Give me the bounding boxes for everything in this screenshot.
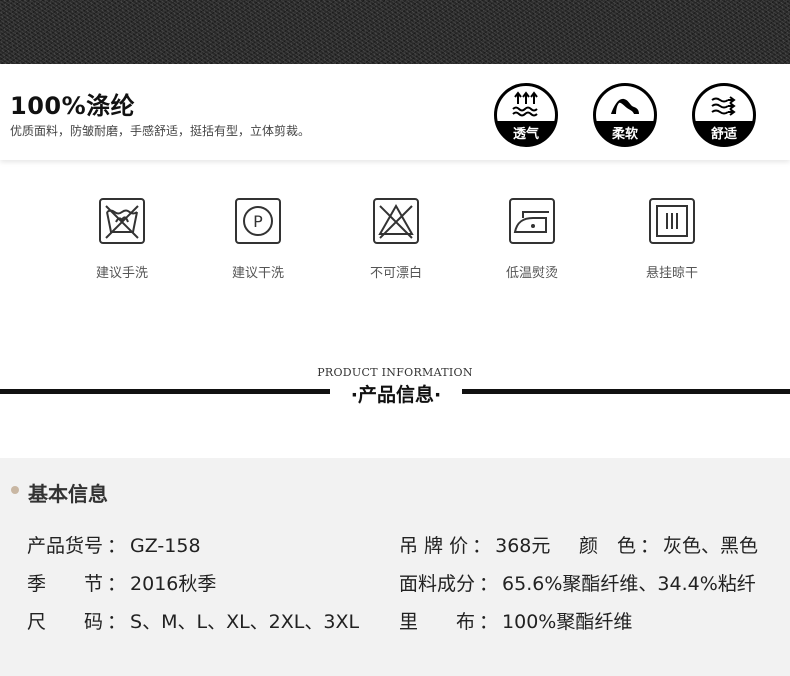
section-divider-right	[462, 389, 790, 394]
dry-clean-icon: P	[235, 198, 281, 244]
spec-label: 颜 色	[579, 535, 637, 557]
spec-value: 灰色、黑色	[663, 535, 759, 557]
spec-separator: ：	[107, 535, 127, 557]
care-dry-clean: P 建议干洗	[193, 198, 323, 281]
spec-separator: ：	[107, 573, 127, 595]
spec-separator: ：	[640, 535, 660, 557]
feature-soft: 柔软	[593, 83, 657, 147]
soft-icon	[611, 98, 639, 114]
spec-value: S、M、L、XL、2XL、3XL	[130, 611, 360, 633]
section-title-cn: ·产品信息·	[350, 384, 442, 406]
spec-size: 尺 码： S、M、L、XL、2XL、3XL	[27, 607, 359, 634]
bullet-dot	[11, 486, 19, 494]
spec-value: GZ-158	[130, 535, 201, 557]
spec-value: 100%聚酯纤维	[502, 611, 633, 633]
low-iron-icon	[509, 198, 555, 244]
basic-info-heading: 基本信息	[28, 482, 108, 506]
section-divider-left	[0, 389, 330, 394]
care-no-bleach: 不可漂白	[331, 198, 461, 281]
spec-value: 65.6%聚酯纤维、34.4%粘纤	[502, 573, 756, 595]
feature-comfortable: 舒适	[692, 83, 756, 147]
spec-label: 面料成分	[399, 573, 476, 595]
no-bleach-icon	[373, 198, 419, 244]
fabric-texture-banner	[0, 0, 790, 64]
feature-breathable: 透气	[494, 83, 558, 147]
spec-separator: ：	[479, 611, 499, 633]
basic-info-panel: 基本信息 产品货号： GZ-158 吊 牌 价： 368元 颜 色：灰色、黑色 季 …	[0, 458, 790, 676]
svg-text:P: P	[253, 212, 263, 231]
spec-label: 吊 牌 价	[399, 535, 469, 557]
spec-separator: ：	[472, 535, 492, 557]
spec-tag-price: 吊 牌 价： 368元	[399, 531, 550, 558]
material-description: 优质面料，防皱耐磨，手感舒适，挺括有型，立体剪裁。	[10, 124, 311, 138]
spec-item-code: 产品货号： GZ-158	[27, 531, 201, 558]
spec-separator: ：	[107, 611, 127, 633]
care-hang-dry: 悬挂晾干	[607, 198, 737, 281]
feature-label: 柔软	[611, 127, 638, 142]
breathable-icon	[512, 91, 538, 117]
material-panel: 100%涤纶 优质面料，防皱耐磨，手感舒适，挺括有型，立体剪裁。 透气 柔软 舒…	[0, 64, 790, 160]
spec-label: 季 节	[27, 573, 104, 595]
hang-dry-icon	[649, 198, 695, 244]
spec-lining: 里 布： 100%聚酯纤维	[399, 607, 632, 634]
care-label: 低温熨烫	[505, 266, 558, 281]
spec-label: 尺 码	[27, 611, 104, 633]
care-label: 建议干洗	[231, 266, 284, 281]
care-low-iron: 低温熨烫	[467, 198, 597, 281]
care-label: 悬挂晾干	[645, 266, 698, 281]
care-label: 建议手洗	[95, 266, 148, 281]
spec-value: 2016秋季	[130, 573, 217, 595]
care-label: 不可漂白	[369, 266, 422, 281]
spec-label: 产品货号	[27, 535, 104, 557]
spec-value: 368元	[495, 535, 551, 557]
spec-color: 颜 色：灰色、黑色	[579, 531, 758, 558]
spec-label: 里 布	[399, 611, 476, 633]
hand-wash-icon	[99, 198, 145, 244]
feature-label: 舒适	[710, 127, 737, 142]
material-title: 100%涤纶	[10, 92, 136, 120]
section-title-en: PRODUCT INFORMATION	[317, 366, 473, 379]
care-hand-wash: 建议手洗	[57, 198, 187, 281]
spec-season: 季 节： 2016秋季	[27, 569, 216, 596]
comfortable-icon	[711, 96, 736, 116]
spec-separator: ：	[479, 573, 499, 595]
feature-label: 透气	[512, 127, 539, 142]
spec-fabric: 面料成分： 65.6%聚酯纤维、34.4%粘纤	[399, 569, 756, 596]
